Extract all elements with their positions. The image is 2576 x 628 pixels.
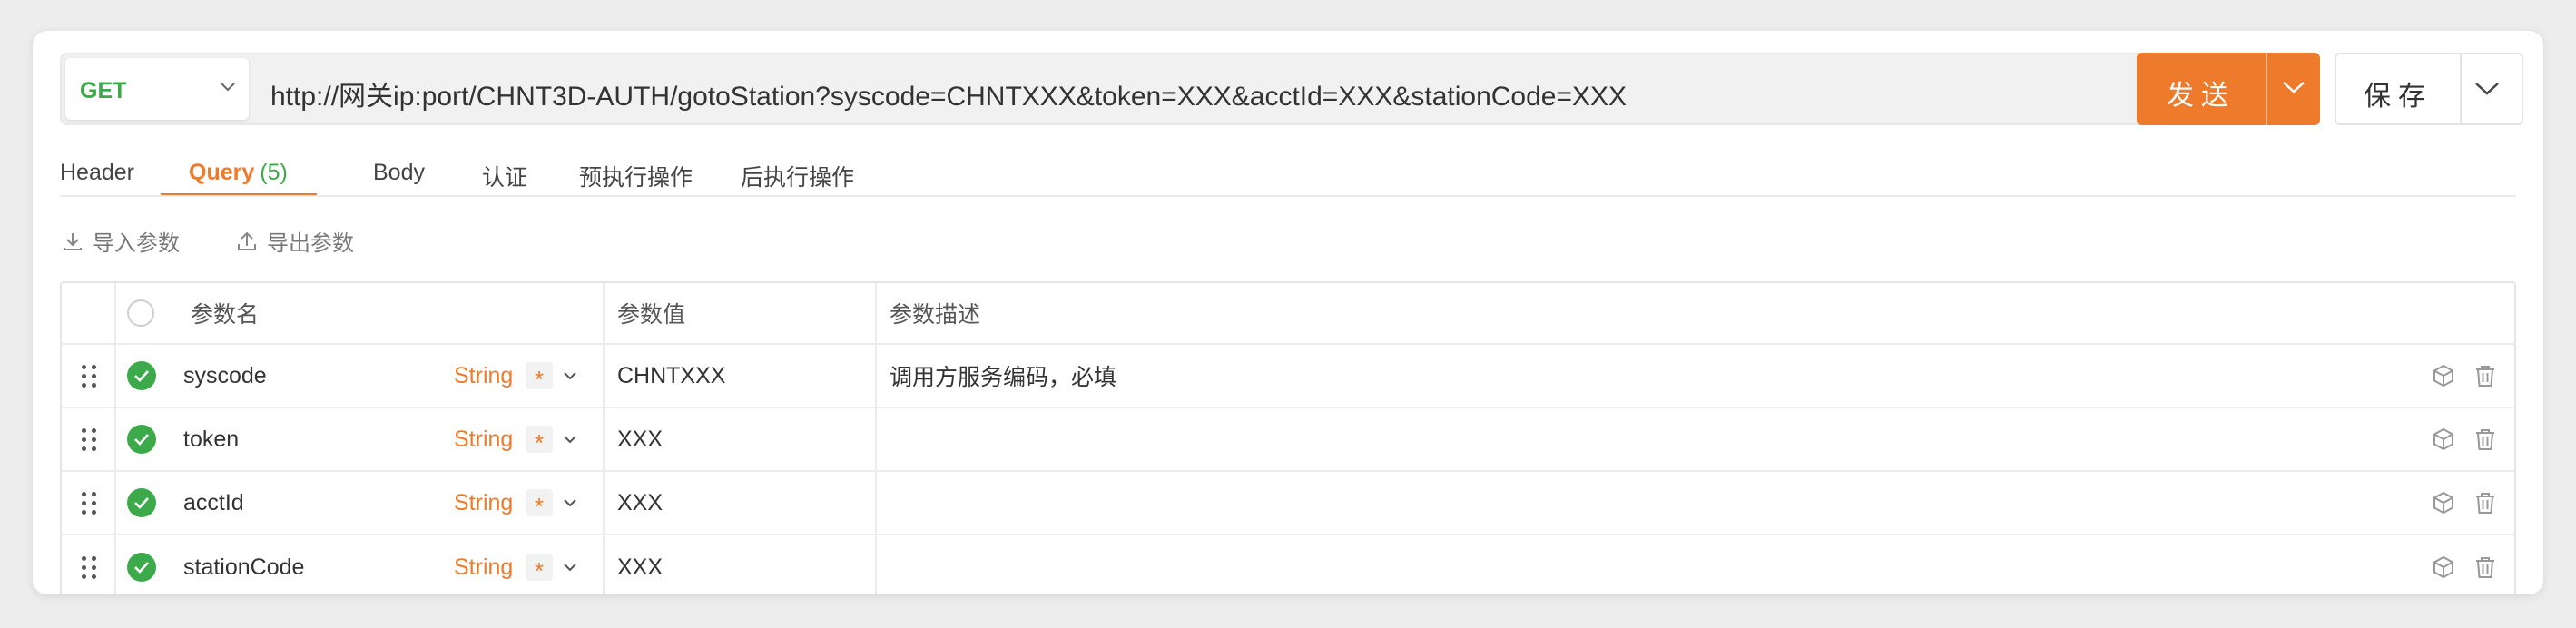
trash-icon[interactable]: [2473, 408, 2498, 470]
row-checkbox[interactable]: [127, 535, 156, 594]
drag-handle-icon[interactable]: [82, 535, 96, 594]
drag-handle-icon[interactable]: [82, 408, 96, 470]
cube-icon[interactable]: [2431, 408, 2456, 470]
table-row: acctId String * XXX: [62, 472, 2514, 535]
table-row: syscode String * CHNTXXX 调用方服务编码，必填: [62, 345, 2514, 408]
cube-icon[interactable]: [2431, 472, 2456, 534]
method-select[interactable]: GET: [65, 58, 249, 120]
request-bar: GET http://网关ip:port/CHNT3D-AUTH/gotoSta…: [60, 53, 2155, 125]
param-options-button[interactable]: [563, 408, 577, 470]
param-type[interactable]: String: [454, 345, 513, 407]
cube-icon[interactable]: [2431, 345, 2456, 407]
check-circle-icon: [127, 553, 156, 582]
table-header-row: 参数名 参数值 参数描述: [62, 283, 2514, 345]
param-value[interactable]: XXX: [617, 408, 663, 470]
chevron-down-icon: [564, 436, 576, 444]
request-panel: GET http://网关ip:port/CHNT3D-AUTH/gotoSta…: [33, 31, 2543, 594]
import-icon: [64, 232, 82, 250]
import-params-button[interactable]: 导入参数: [62, 225, 180, 257]
save-divider: [2460, 54, 2462, 123]
param-options-button[interactable]: [563, 472, 577, 534]
param-value[interactable]: XXX: [617, 472, 663, 534]
chevron-down-icon: [564, 564, 576, 572]
save-button[interactable]: 保存: [2335, 53, 2523, 125]
param-description[interactable]: 调用方服务编码，必填: [890, 345, 1116, 407]
param-name[interactable]: token: [183, 408, 239, 470]
param-options-button[interactable]: [563, 345, 577, 407]
required-toggle[interactable]: *: [526, 408, 553, 470]
required-mark: *: [526, 362, 553, 393]
column-header-description: 参数描述: [890, 302, 981, 328]
trash-icon[interactable]: [2473, 472, 2498, 534]
tab-body[interactable]: Body: [373, 160, 425, 186]
chevron-down-icon: [564, 372, 576, 380]
required-mark: *: [526, 554, 553, 584]
tab-post-request[interactable]: 后执行操作: [741, 160, 854, 192]
cube-icon[interactable]: [2431, 535, 2456, 594]
param-options-button[interactable]: [563, 535, 577, 594]
required-toggle[interactable]: *: [526, 535, 553, 594]
export-params-button[interactable]: 导出参数: [236, 225, 354, 257]
import-params-label: 导入参数: [93, 231, 180, 256]
required-mark: *: [526, 426, 553, 456]
row-checkbox[interactable]: [127, 408, 156, 470]
row-checkbox[interactable]: [127, 345, 156, 407]
send-options-chevron-icon[interactable]: [2282, 78, 2306, 96]
select-all-checkbox[interactable]: [127, 283, 154, 343]
method-label: GET: [80, 78, 127, 103]
send-label: 发送: [2167, 81, 2236, 111]
table-row: token String * XXX: [62, 408, 2514, 472]
chevron-down-icon: [221, 83, 235, 92]
tab-query-label: Query: [189, 160, 255, 185]
table-row: stationCode String * XXX: [62, 535, 2514, 594]
tab-auth[interactable]: 认证: [482, 160, 527, 192]
export-icon: [238, 231, 256, 250]
param-value[interactable]: XXX: [617, 535, 663, 594]
check-circle-icon: [127, 361, 156, 390]
tab-pre-request[interactable]: 预执行操作: [579, 160, 693, 192]
save-label: 保存: [2364, 82, 2433, 112]
drag-handle-icon[interactable]: [82, 345, 96, 407]
chevron-down-icon: [564, 499, 576, 507]
required-mark: *: [526, 489, 553, 520]
param-type[interactable]: String: [454, 535, 513, 594]
tab-query[interactable]: Query (5): [189, 160, 288, 186]
trash-icon[interactable]: [2473, 535, 2498, 594]
param-value[interactable]: CHNTXXX: [617, 345, 725, 407]
check-circle-icon: [127, 425, 156, 454]
check-circle-icon: [127, 488, 156, 517]
column-header-name: 参数名: [191, 302, 260, 328]
param-type[interactable]: String: [454, 408, 513, 470]
param-name[interactable]: syscode: [183, 345, 267, 407]
param-name[interactable]: stationCode: [183, 535, 304, 594]
url-input[interactable]: http://网关ip:port/CHNT3D-AUTH/gotoStation…: [270, 74, 1627, 113]
row-checkbox[interactable]: [127, 472, 156, 534]
params-table: 参数名 参数值 参数描述 syscode String * CHNTXXX 调用…: [60, 281, 2516, 594]
drag-handle-icon[interactable]: [82, 472, 96, 534]
save-options-chevron-icon[interactable]: [2474, 79, 2500, 97]
param-name[interactable]: acctId: [183, 472, 244, 534]
trash-icon[interactable]: [2473, 345, 2498, 407]
tab-query-count: (5): [260, 160, 288, 185]
required-toggle[interactable]: *: [526, 472, 553, 534]
required-toggle[interactable]: *: [526, 345, 553, 407]
checkbox-empty-icon: [127, 299, 154, 327]
tab-header[interactable]: Header: [60, 160, 134, 186]
send-divider: [2266, 53, 2267, 125]
export-params-label: 导出参数: [267, 231, 354, 256]
send-button[interactable]: 发送: [2137, 53, 2320, 125]
param-type[interactable]: String: [454, 472, 513, 534]
tabs-divider: [60, 195, 2516, 197]
column-header-value: 参数值: [617, 302, 686, 328]
